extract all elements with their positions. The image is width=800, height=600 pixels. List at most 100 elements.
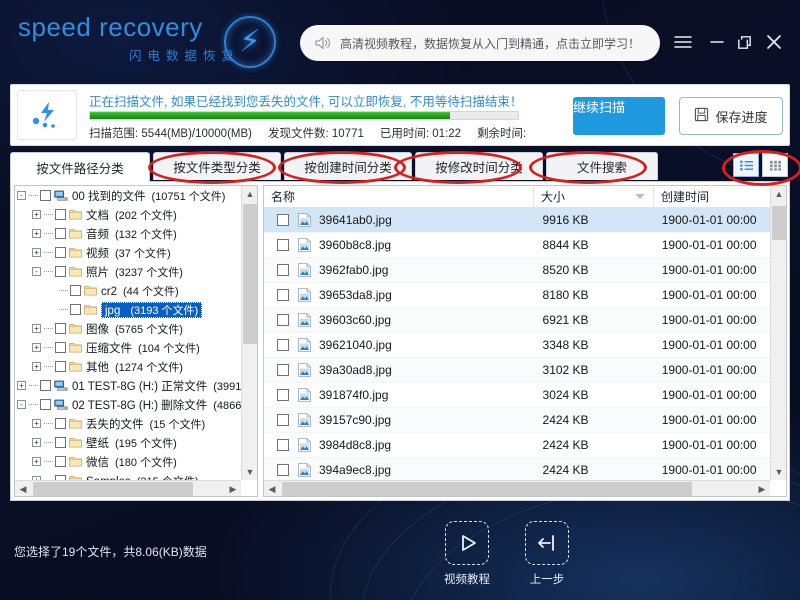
file-row-checkbox[interactable] — [277, 289, 289, 301]
grid-view-icon[interactable] — [762, 153, 788, 177]
list-vertical-scrollbar[interactable]: ▲ ▼ — [770, 186, 786, 480]
tree-vertical-scrollbar[interactable]: ▲ ▼ — [241, 186, 257, 480]
table-row[interactable]: 39653da8.jpg8180 KB1900-01-01 00:00 — [264, 283, 772, 308]
file-row-checkbox[interactable] — [277, 264, 289, 276]
file-row-checkbox[interactable] — [277, 414, 289, 426]
file-row-checkbox[interactable] — [277, 389, 289, 401]
table-row[interactable]: 391874f0.jpg3024 KB1900-01-01 00:00 — [264, 383, 772, 408]
tree-item[interactable]: +视频(37 个文件) — [15, 243, 243, 262]
table-row[interactable]: 3984d8c8.jpg2424 KB1900-01-01 00:00 — [264, 433, 772, 458]
list-view-icon[interactable] — [733, 153, 759, 177]
tree-scroll-right-arrow[interactable]: ▶ — [225, 481, 241, 497]
tab-by-modify-time[interactable]: 按修改时间分类 — [415, 152, 543, 180]
table-row[interactable]: 3960b8c8.jpg8844 KB1900-01-01 00:00 — [264, 233, 772, 258]
tab-by-file-path[interactable]: 按文件路径分类 — [10, 152, 150, 182]
column-header-size[interactable]: 大小 — [534, 186, 654, 207]
maximize-icon[interactable] — [727, 26, 761, 58]
tree-item-checkbox[interactable] — [55, 323, 66, 334]
tree-item[interactable]: +壁纸(195 个文件) — [15, 433, 243, 452]
table-row[interactable]: 394a9ec8.jpg2424 KB1900-01-01 00:00 — [264, 458, 772, 482]
tree-item[interactable]: +其他(1274 个文件) — [15, 357, 243, 376]
tree-hscroll-thumb[interactable] — [33, 482, 193, 496]
file-row-checkbox[interactable] — [277, 239, 289, 251]
tree-horizontal-scrollbar[interactable]: ◀ ▶ — [15, 480, 241, 496]
tree-item-checkbox[interactable] — [55, 418, 66, 429]
tree-item-checkbox[interactable] — [55, 247, 66, 258]
tree-item[interactable]: -02 TEST-8G (H:) 删除文件(4866 个 — [15, 395, 243, 414]
tree-item[interactable]: -照片(3237 个文件) — [15, 262, 243, 281]
tab-file-search[interactable]: 文件搜索 — [546, 152, 658, 180]
list-scroll-down-arrow[interactable]: ▼ — [771, 464, 787, 480]
video-tutorial-button[interactable]: 视频教程 — [436, 521, 498, 587]
file-row-checkbox[interactable] — [277, 314, 289, 326]
column-header-name[interactable]: 名称 — [264, 186, 534, 207]
tree-item-checkbox[interactable] — [40, 380, 51, 391]
tree-item[interactable]: cr2(44 个文件) — [15, 281, 243, 300]
tree-item-checkbox[interactable] — [55, 209, 66, 220]
table-row[interactable]: 39157c90.jpg2424 KB1900-01-01 00:00 — [264, 408, 772, 433]
close-icon[interactable] — [757, 26, 791, 58]
tree-item-checkbox[interactable] — [40, 190, 51, 201]
promo-banner[interactable]: 高清视频教程，数据恢复从入门到精通，点击立即学习！ — [300, 25, 660, 61]
tree-scroll-left-arrow[interactable]: ◀ — [15, 481, 31, 497]
folder-tree-list[interactable]: -00 找到的文件(10751 个文件)+文档(202 个文件)+音频(132 … — [15, 186, 243, 482]
file-row-checkbox[interactable] — [277, 439, 289, 451]
file-row-checkbox[interactable] — [277, 364, 289, 376]
tree-item[interactable]: +图像(5765 个文件) — [15, 319, 243, 338]
table-row[interactable]: 39a30ad8.jpg3102 KB1900-01-01 00:00 — [264, 358, 772, 383]
tree-scroll-down-arrow[interactable]: ▼ — [242, 464, 258, 480]
tree-expander-toggle[interactable]: + — [17, 381, 26, 390]
tree-item-checkbox[interactable] — [70, 285, 81, 296]
column-header-create-time[interactable]: 创建时间 — [654, 186, 772, 207]
tree-item-checkbox[interactable] — [55, 437, 66, 448]
tree-item-checkbox[interactable] — [55, 342, 66, 353]
table-row[interactable]: 39621040.jpg3348 KB1900-01-01 00:00 — [264, 333, 772, 358]
tree-item-checkbox[interactable] — [55, 228, 66, 239]
list-scroll-up-arrow[interactable]: ▲ — [771, 186, 787, 202]
tree-item-checkbox[interactable] — [40, 399, 51, 410]
list-scroll-left-arrow[interactable]: ◀ — [264, 481, 280, 497]
tree-item[interactable]: +压缩文件(104 个文件) — [15, 338, 243, 357]
list-scroll-thumb[interactable] — [772, 206, 786, 240]
tree-item[interactable]: jpg(3193 个文件) — [15, 300, 243, 319]
table-row[interactable]: 39603c60.jpg6921 KB1900-01-01 00:00 — [264, 308, 772, 333]
save-progress-button[interactable]: 保存进度 — [679, 97, 783, 135]
tree-expander-toggle[interactable]: - — [17, 400, 26, 409]
tree-item[interactable]: +丢失的文件(15 个文件) — [15, 414, 243, 433]
tree-expander-toggle[interactable]: + — [32, 438, 41, 447]
tab-by-file-type[interactable]: 按文件类型分类 — [153, 152, 281, 180]
file-row-checkbox[interactable] — [277, 214, 289, 226]
tree-expander-toggle[interactable]: + — [32, 229, 41, 238]
tree-item-checkbox[interactable] — [55, 266, 66, 277]
tree-item[interactable]: +文档(202 个文件) — [15, 205, 243, 224]
tree-item-checkbox[interactable] — [55, 361, 66, 372]
file-row-checkbox[interactable] — [277, 464, 289, 476]
tree-expander-toggle[interactable]: + — [32, 248, 41, 257]
hamburger-menu-icon[interactable] — [666, 26, 700, 58]
file-row-checkbox[interactable] — [277, 339, 289, 351]
table-row[interactable]: 39641ab0.jpg9916 KB1900-01-01 00:00 — [264, 208, 772, 233]
list-hscroll-thumb[interactable] — [282, 482, 692, 496]
tree-item[interactable]: +微信(180 个文件) — [15, 452, 243, 471]
tree-expander-toggle[interactable]: + — [32, 419, 41, 428]
tree-expander-toggle[interactable]: + — [32, 343, 41, 352]
list-scroll-right-arrow[interactable]: ▶ — [754, 481, 770, 497]
tree-scroll-thumb[interactable] — [243, 204, 257, 344]
tree-expander-toggle[interactable]: - — [17, 191, 26, 200]
tree-expander-toggle[interactable]: - — [32, 267, 41, 276]
tree-item[interactable]: +01 TEST-8G (H:) 正常文件(3991 个 — [15, 376, 243, 395]
tree-expander-toggle[interactable]: + — [32, 362, 41, 371]
tree-item[interactable]: -00 找到的文件(10751 个文件) — [15, 186, 243, 205]
continue-scan-button[interactable]: 继续扫描 — [573, 97, 665, 135]
table-row[interactable]: 3962fab0.jpg8520 KB1900-01-01 00:00 — [264, 258, 772, 283]
tree-item[interactable]: +音频(132 个文件) — [15, 224, 243, 243]
tree-item-checkbox[interactable] — [55, 456, 66, 467]
file-list-rows[interactable]: 39641ab0.jpg9916 KB1900-01-01 00:003960b… — [264, 208, 772, 482]
previous-step-button[interactable]: 上一步 — [516, 521, 578, 587]
list-horizontal-scrollbar[interactable]: ◀ ▶ — [264, 480, 770, 496]
tab-by-create-time[interactable]: 按创建时间分类 — [284, 152, 412, 180]
tree-item-checkbox[interactable] — [70, 304, 81, 315]
tree-expander-toggle[interactable]: + — [32, 324, 41, 333]
tree-expander-toggle[interactable]: + — [32, 457, 41, 466]
tree-scroll-up-arrow[interactable]: ▲ — [242, 186, 258, 202]
